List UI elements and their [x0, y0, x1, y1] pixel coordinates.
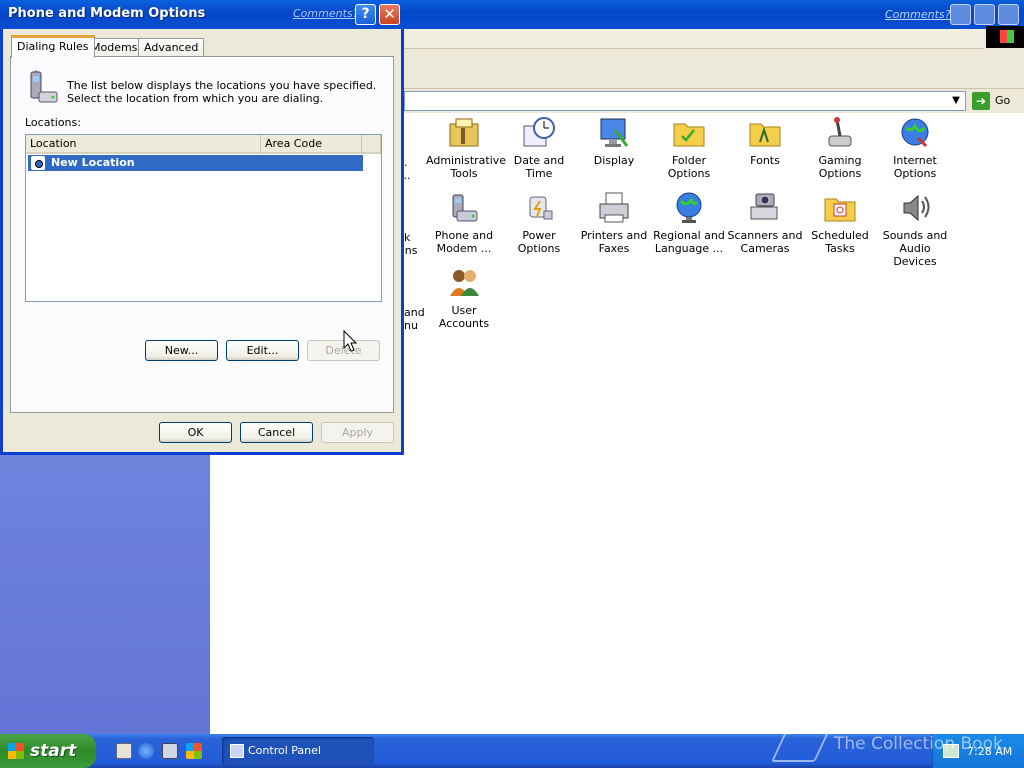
internet-explorer-icon[interactable]	[138, 743, 154, 759]
column-header-location[interactable]: Location	[26, 135, 261, 154]
control-panel-icon	[230, 744, 244, 758]
dialog-comments-link[interactable]: Comments?	[293, 7, 358, 20]
start-label: start	[30, 741, 77, 761]
power-options-icon	[522, 191, 556, 225]
windows-flag-icon	[8, 743, 24, 759]
cp-item-phone-and-modem[interactable]: Phone and Modem ...	[426, 191, 502, 255]
dialing-rules-description: The list below displays the locations yo…	[67, 79, 377, 105]
cp-item-scanners-and-cameras[interactable]: Scanners and Cameras	[727, 191, 803, 255]
apply-button[interactable]: Apply	[321, 422, 394, 443]
phone-modem-options-dialog: Phone and Modem Options Comments? ? ✕ Di…	[0, 0, 404, 455]
partial-label: nu	[404, 319, 418, 332]
dialog-titlebar[interactable]: Phone and Modem Options Comments? ? ✕	[0, 0, 404, 29]
go-label: Go	[995, 94, 1011, 107]
date-time-icon	[522, 116, 556, 150]
tab-advanced[interactable]: Advanced	[138, 38, 205, 57]
sounds-audio-icon	[898, 191, 932, 225]
partial-label: and	[404, 306, 425, 319]
fonts-icon	[748, 116, 782, 150]
cp-item-printers-and-faxes[interactable]: Printers and Faxes	[576, 191, 652, 255]
phone-icon	[27, 68, 59, 106]
printers-faxes-icon	[597, 191, 631, 225]
internet-options-icon	[898, 116, 932, 150]
folder-options-icon	[672, 116, 706, 150]
restore-button[interactable]	[974, 4, 995, 25]
scheduled-tasks-icon	[823, 191, 857, 225]
user-accounts-icon	[447, 266, 481, 300]
minimize-button[interactable]	[950, 4, 971, 25]
cp-item-internet-options[interactable]: Internet Options	[877, 116, 953, 180]
administrative-tools-icon	[447, 116, 481, 150]
dialing-rules-panel: The list below displays the locations yo…	[10, 56, 394, 413]
watermark-text: The Collection Book	[834, 734, 1003, 754]
quick-launch-icon[interactable]	[162, 743, 178, 759]
partial-label: .	[404, 156, 408, 169]
new-button[interactable]: New...	[145, 340, 218, 361]
location-name: New Location	[51, 156, 135, 169]
close-button[interactable]: ✕	[379, 4, 400, 25]
taskbar-item-label: Control Panel	[248, 744, 321, 757]
locations-list[interactable]: Location Area Code New Location	[25, 134, 382, 302]
column-header-filler	[362, 135, 381, 154]
edit-button[interactable]: Edit...	[226, 340, 299, 361]
cp-item-fonts[interactable]: Fonts	[727, 116, 803, 167]
cp-item-user-accounts[interactable]: User Accounts	[426, 266, 502, 330]
go-arrow-icon: ➔	[972, 92, 990, 110]
help-button[interactable]: ?	[355, 4, 376, 25]
mouse-cursor-icon	[343, 330, 358, 352]
phone-modem-icon	[447, 191, 481, 225]
cp-item-display[interactable]: Display	[576, 116, 652, 167]
cp-item-folder-options[interactable]: Folder Options	[651, 116, 727, 180]
taskbar-item-control-panel[interactable]: Control Panel	[222, 737, 374, 765]
locations-label: Locations:	[25, 116, 81, 129]
chevron-down-icon[interactable]: ▼	[948, 93, 964, 109]
cp-item-regional-and-language[interactable]: Regional and Language ...	[651, 191, 727, 255]
column-header-area-code[interactable]: Area Code	[261, 135, 362, 154]
display-icon	[597, 116, 631, 150]
windows-media-icon[interactable]	[186, 743, 202, 759]
cp-item-scheduled-tasks[interactable]: Scheduled Tasks	[802, 191, 878, 255]
cp-item-date-and-time[interactable]: Date and Time	[501, 116, 577, 180]
show-desktop-icon[interactable]	[116, 743, 132, 759]
ok-button[interactable]: OK	[159, 422, 232, 443]
cp-item-sounds-and-audio[interactable]: Sounds and Audio Devices	[877, 191, 953, 268]
list-item[interactable]: New Location	[28, 155, 363, 171]
address-input[interactable]: ▼	[404, 91, 966, 111]
go-button[interactable]: ➔ Go	[972, 92, 1022, 110]
windows-logo-icon	[986, 26, 1024, 48]
partial-label: k	[404, 231, 411, 244]
cp-item-power-options[interactable]: Power Options	[501, 191, 577, 255]
location-radio-icon	[31, 156, 45, 170]
cancel-button[interactable]: Cancel	[240, 422, 313, 443]
gaming-options-icon	[823, 116, 857, 150]
dialog-body: Dialing Rules Modems Advanced The list b…	[3, 29, 401, 452]
scanners-cameras-icon	[748, 191, 782, 225]
cp-item-administrative-tools[interactable]: Administrative Tools	[426, 116, 506, 180]
control-panel-comments-link[interactable]: Comments?	[885, 8, 950, 21]
regional-language-icon	[672, 191, 706, 225]
tab-dialing-rules[interactable]: Dialing Rules	[11, 35, 95, 58]
dialog-title: Phone and Modem Options	[8, 6, 206, 21]
start-button[interactable]: start	[0, 734, 96, 768]
cp-item-gaming-options[interactable]: Gaming Options	[802, 116, 878, 180]
close-window-button[interactable]	[998, 4, 1019, 25]
